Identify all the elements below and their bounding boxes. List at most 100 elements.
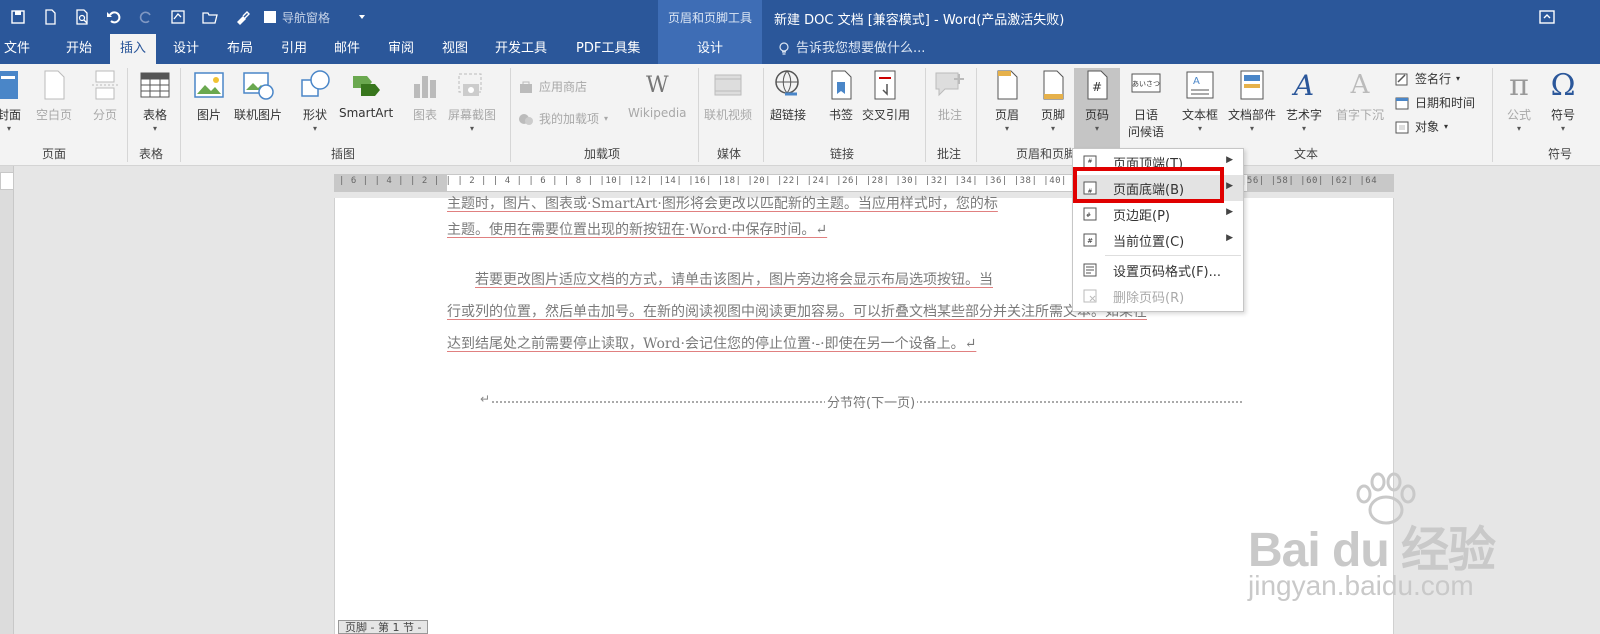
signature-line-button[interactable]: 签名行 ▾ (1394, 70, 1460, 87)
menu-item-label: 设置页码格式(F)... (1113, 265, 1222, 280)
table-button[interactable]: 表格 ▾ (138, 68, 172, 133)
my-addins-button[interactable]: 我的加载项 ▾ (518, 110, 608, 127)
header-label: 页眉 (994, 108, 1019, 122)
open-icon[interactable] (200, 7, 220, 27)
menu-item-label: 删除页码(R) (1113, 291, 1185, 306)
tell-me-box[interactable]: 告诉我您想要做什么... (778, 34, 925, 64)
customize-qat-icon[interactable] (352, 7, 372, 27)
picture-button[interactable]: 图片 (192, 68, 226, 123)
paragraph-line[interactable]: 主题时，图片、图表或·SmartArt·图形将会更改以匹配新的主题。当应用样式时… (447, 194, 998, 214)
quick-parts-button[interactable]: 文档部件 ▾ (1228, 68, 1276, 133)
chevron-right-icon: ▶ (1226, 155, 1233, 165)
online-picture-button[interactable]: 联机图片 (234, 68, 282, 123)
footer-button[interactable]: 页脚 ▾ (1036, 68, 1070, 133)
group-label-comments: 批注 (937, 147, 962, 161)
paragraph-line[interactable]: 达到结尾处之前需要停止读取，Word·会记住您的停止位置·-·即使在另一个设备上… (447, 334, 976, 354)
bookmark-button[interactable]: 书签 (824, 68, 858, 123)
format-painter-icon[interactable] (232, 7, 252, 27)
menu-item-current-position[interactable]: # 当前位置(C) ▶ (1073, 227, 1243, 253)
quick-parts-label: 文档部件 (1228, 108, 1277, 122)
pi-icon: π (1509, 67, 1529, 103)
screenshot-button[interactable]: 屏幕截图 ▾ (448, 68, 496, 133)
tab-references[interactable]: 引用 (281, 34, 307, 64)
header-icon (997, 70, 1018, 100)
table-icon (140, 72, 170, 98)
tab-insert[interactable]: 插入 (110, 34, 157, 64)
textbox-label: 文本框 (1182, 108, 1219, 122)
smartart-label: SmartArt (339, 106, 394, 120)
smartart-button[interactable]: SmartArt (339, 68, 393, 120)
date-time-button[interactable]: 日期和时间 (1394, 94, 1475, 111)
save-icon[interactable] (8, 7, 28, 27)
shapes-label: 形状 (302, 108, 327, 122)
text-run: 主题。使用在需要位置出现的新按钮在·Word·中保存时间。↵ (447, 222, 828, 238)
cross-reference-button[interactable]: 交叉引用 (862, 68, 910, 123)
ribbon-display-options-icon[interactable] (1538, 8, 1556, 26)
checkbox-box[interactable] (264, 11, 276, 23)
menu-item-page-margins[interactable]: # 页边距(P) ▶ (1073, 201, 1243, 227)
undo-icon[interactable] (104, 7, 124, 27)
tab-home[interactable]: 开始 (66, 34, 92, 64)
paragraph-line[interactable]: 行或列的位置，然后单击加号。在新的阅读视图中阅读更加容易。可以折叠文档某些部分并… (447, 302, 1147, 322)
quick-access-toolbar: 导航窗格 (8, 6, 372, 28)
drop-cap-icon: A (1350, 70, 1370, 100)
chart-button[interactable]: 图表 (408, 68, 442, 123)
tab-header-footer-design[interactable]: 设计 (658, 34, 762, 64)
menu-item-format-page-numbers[interactable]: 设置页码格式(F)... (1073, 257, 1243, 283)
object-button[interactable]: 对象 ▾ (1394, 118, 1448, 135)
online-picture-label: 联机图片 (234, 108, 283, 122)
page-number-button[interactable]: # 页码 ▾ (1074, 68, 1120, 148)
chevron-down-icon: ▾ (152, 124, 157, 133)
equation-button[interactable]: π 公式 ▾ (1502, 67, 1536, 134)
group-label-text: 文本 (1294, 147, 1319, 161)
chevron-down-icon: ▾ (1456, 74, 1461, 83)
blank-page-icon (44, 70, 65, 100)
store-button[interactable]: 应用商店 (518, 78, 587, 95)
textbox-button[interactable]: A 文本框 ▾ (1182, 68, 1218, 133)
drop-cap-button[interactable]: A 首字下沉 (1336, 68, 1384, 123)
shapes-button[interactable]: 形状 ▾ (298, 68, 332, 133)
redo-icon[interactable] (136, 7, 156, 27)
online-video-button[interactable]: 联机视频 (704, 68, 752, 123)
hyperlink-button[interactable]: 超链接 (770, 68, 806, 123)
lightbulb-icon (779, 42, 789, 55)
tab-design[interactable]: 设计 (173, 34, 199, 64)
tab-mailings[interactable]: 邮件 (334, 34, 360, 64)
smartart-icon (353, 76, 381, 96)
chevron-down-icon: ▾ (1250, 124, 1255, 133)
equation-label: 公式 (1506, 108, 1531, 122)
form-icon[interactable] (168, 7, 188, 27)
svg-text:#: # (1087, 158, 1092, 165)
cross-reference-label: 交叉引用 (862, 108, 911, 122)
tab-layout[interactable]: 布局 (227, 34, 253, 64)
new-doc-icon[interactable] (40, 7, 60, 27)
tab-file[interactable]: 文件 (4, 34, 30, 64)
ruler-toggle[interactable] (0, 172, 14, 190)
paragraph-line[interactable]: 若要更改图片适应文档的方式，请单击该图片，图片旁边将会显示布局选项按钮。当 (475, 270, 993, 290)
tab-view[interactable]: 视图 (442, 34, 468, 64)
tab-review[interactable]: 审阅 (388, 34, 414, 64)
tab-developer[interactable]: 开发工具 (495, 34, 547, 64)
navigation-pane-label: 导航窗格 (282, 10, 331, 25)
paragraph-mark: ↵ (480, 392, 491, 406)
tab-pdf-tools[interactable]: PDF工具集 (576, 34, 640, 64)
hyperlink-icon (775, 70, 799, 96)
comment-label: 批注 (937, 108, 962, 122)
paragraph-line[interactable]: 主题。使用在需要位置出现的新按钮在·Word·中保存时间。↵ (447, 220, 827, 240)
page-break-button[interactable]: 分页 (88, 68, 122, 123)
header-button[interactable]: 页眉 ▾ (990, 68, 1024, 133)
group-label-header-footer: 页眉和页脚 (1016, 147, 1077, 161)
menu-item-remove-page-numbers[interactable]: 删除页码(R) (1073, 283, 1243, 309)
cover-page-button[interactable]: 封面 ▾ (0, 68, 26, 133)
comment-button[interactable]: 批注 (933, 68, 967, 123)
greeting-button[interactable]: あいさつ 日语 问候语 (1128, 68, 1164, 140)
symbol-button[interactable]: Ω 符号 ▾ (1546, 68, 1580, 134)
navigation-pane-checkbox[interactable]: 导航窗格 (264, 9, 330, 26)
table-label: 表格 (142, 108, 167, 122)
wikipedia-button[interactable]: W Wikipedia (628, 68, 687, 121)
chevron-down-icon: ▾ (1050, 124, 1055, 133)
print-preview-icon[interactable] (72, 7, 92, 27)
wordart-button[interactable]: A 艺术字 ▾ (1286, 68, 1322, 134)
blank-page-button[interactable]: 空白页 (36, 68, 72, 123)
cross-reference-icon (874, 70, 896, 100)
